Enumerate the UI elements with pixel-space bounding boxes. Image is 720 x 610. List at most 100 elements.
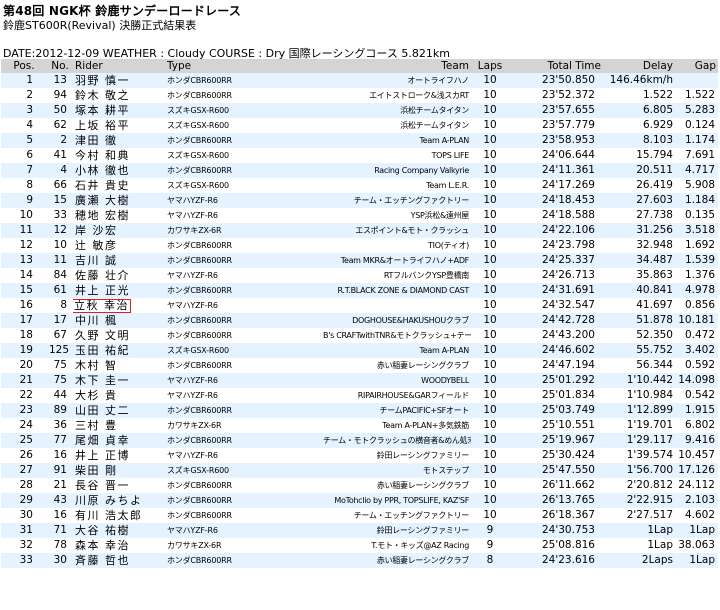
- cell-rider: 今村 和典: [75, 149, 130, 162]
- cell-pos: 15: [1, 283, 47, 298]
- cell-total-time: 23'50.850: [509, 73, 603, 88]
- cell-laps: 9: [486, 539, 494, 551]
- cell-total-time: 24'25.337: [509, 253, 603, 268]
- cell-pos: 29: [1, 493, 47, 508]
- cell-gap: 1.522: [684, 89, 715, 101]
- cell-gap: 10.457: [678, 449, 715, 461]
- cell-pos: 1: [1, 73, 47, 88]
- cell-rider: 大谷 祐樹: [73, 523, 165, 538]
- cell-rider: 川原 みちよ: [73, 493, 165, 508]
- cell-rider: 羽野 慎一: [73, 73, 165, 88]
- cell-team: チームPACIFIC+SFオート: [321, 403, 471, 418]
- cell-laps: 10: [483, 359, 497, 371]
- table-row: 8 66 石井 貴史 スズキGSX-R600 Team L.E.R. 10 24'17.26…: [1, 178, 718, 193]
- cell-pos: 17: [1, 313, 47, 328]
- cell-laps: 10: [471, 223, 509, 238]
- cell-team: RTフルバンクYSP豊橋南: [383, 271, 469, 280]
- cell-no: 4: [47, 163, 73, 178]
- cell-rider: 立秋 幸治: [73, 298, 165, 313]
- table-row: 21 75 木下 圭一 ヤマハYZF-R6 WOODYBELL 10 25'01.292 1'…: [1, 373, 718, 388]
- column-header-laps: Laps: [471, 59, 509, 73]
- cell-delay: 41.697: [636, 299, 673, 311]
- cell-type: ホンダCBR600RR: [165, 313, 321, 328]
- cell-no: 13: [47, 73, 73, 88]
- cell-type: スズキGSX-R600: [165, 103, 321, 118]
- cell-gap: 10.181: [675, 313, 718, 328]
- cell-laps: 10: [483, 299, 497, 311]
- cell-pos: 32: [19, 539, 33, 551]
- cell-type: ホンダCBR600RR: [165, 163, 321, 178]
- cell-team: DOGHOUSE&HAKUSHOUクラブ: [321, 313, 471, 328]
- cell-no: 16: [53, 449, 67, 461]
- cell-type: ヤマハYZF-R6: [165, 193, 321, 208]
- cell-total-time: 25'30.424: [542, 449, 595, 461]
- highlighted-rider: 立秋 幸治: [73, 299, 131, 313]
- cell-total-time: 25'03.749: [509, 403, 603, 418]
- cell-team: [321, 298, 471, 313]
- cell-delay: 34.487: [603, 253, 675, 268]
- results-page: 第48回 NGK杯 鈴鹿サンデーロードレース 鈴鹿ST600R(Revival)…: [0, 0, 720, 610]
- cell-gap: 1.539: [675, 253, 718, 268]
- cell-no: 8: [60, 299, 67, 311]
- cell-team: Team A-PLAN+多気鉄筋: [382, 421, 469, 430]
- table-row: 14 84 佐藤 壮介 ヤマハYZF-R6 RTフルバンクYSP豊橋南 10 24'26.7…: [1, 268, 718, 283]
- cell-team: チーム・エッチングファクトリー: [353, 511, 470, 520]
- cell-gap: 1Lap: [675, 523, 718, 538]
- cell-total-time: 24'23.798: [542, 239, 595, 251]
- cell-no: 41: [53, 149, 67, 161]
- cell-no: 84: [53, 269, 67, 281]
- cell-no: 15: [47, 193, 73, 208]
- cell-laps: 10: [483, 449, 497, 461]
- cell-total-time: 24'22.106: [509, 223, 603, 238]
- cell-laps: 10: [471, 163, 509, 178]
- cell-laps: 10: [483, 149, 497, 161]
- table-row: 6 41 今村 和典 スズキGSX-R600 TOPS LIFE 10 24'06.644 1…: [1, 148, 718, 163]
- cell-rider: 岸 沙宏: [73, 223, 165, 238]
- table-row: 5 2 津田 徹ホンダCBR600RR Team A-PLAN 10 23'58.953 8…: [1, 133, 718, 148]
- cell-pos: 9: [1, 193, 47, 208]
- cell-rider: 山田 丈二: [73, 403, 165, 418]
- cell-pos: 2: [26, 89, 33, 101]
- cell-gap: 38.063: [678, 539, 715, 551]
- cell-delay: 2'27.517: [626, 509, 673, 521]
- cell-total-time: 26'11.662: [542, 479, 595, 491]
- cell-laps: 8: [471, 553, 509, 568]
- cell-no: 71: [47, 523, 73, 538]
- cell-no: 16: [53, 509, 67, 521]
- cell-no: 78: [53, 539, 67, 551]
- table-row: 4 62 上坂 裕平 スズキGSX-R600 浜松チームタイタン 10 23'57.779 6…: [1, 118, 718, 133]
- table-row: 17 17 中川 楓ホンダCBR600RR DOGHOUSE&HAKUSHOUクラブ 1…: [1, 313, 718, 328]
- cell-total-time: 24'18.588: [542, 209, 595, 221]
- cell-team: B's CRAFTwithTNR&モトクラッシュ+テーラデザイン: [323, 331, 471, 340]
- cell-no: 33: [53, 209, 67, 221]
- cell-pos: 16: [19, 299, 33, 311]
- cell-rider: 佐藤 壮介: [75, 269, 130, 282]
- cell-gap: 0.592: [684, 359, 715, 371]
- cell-rider: 木下 圭一: [73, 373, 165, 388]
- cell-team: エイトストローク&浅スカRT: [369, 91, 469, 100]
- cell-no: 75: [53, 359, 67, 371]
- cell-rider: 上坂 裕平: [75, 119, 130, 132]
- table-row: 33 30 斉藤 哲也 ホンダCBR600RR 赤い稲妻レーシングクラブ 8 24'23.6…: [1, 553, 718, 568]
- table-row: 12 10 辻 敏彦 ホンダCBR600RR TIO(ティオ) 10 24'23.798 32…: [1, 238, 718, 253]
- table-row: 24 36 三村 豊 カワサキZX-6R Team A-PLAN+多気鉄筋 10 25'10…: [1, 418, 718, 433]
- cell-gap: 9.416: [675, 433, 718, 448]
- table-row: 22 44 大杉 貴 ヤマハYZF-R6 RIPAIRHOUSE&GARフィールド 10 2…: [1, 388, 718, 403]
- cell-total-time: 25'10.551: [542, 419, 595, 431]
- table-row: 25 77 尾畑 貞幸 ホンダCBR600RR チーム・モトクラッシュの横音者&めん処末…: [1, 433, 718, 448]
- cell-delay: 1'29.117: [603, 433, 675, 448]
- cell-team: チーム・モトクラッシュの横音者&めん処末広: [321, 433, 471, 448]
- cell-gap: [675, 73, 718, 88]
- cell-gap: 4.602: [684, 509, 715, 521]
- cell-no: 30: [47, 553, 73, 568]
- cell-total-time: 24'42.728: [509, 313, 603, 328]
- cell-rider: 井上 正光: [73, 283, 165, 298]
- cell-total-time: 24'18.453: [509, 193, 603, 208]
- cell-rider: 井上 正博: [75, 449, 130, 462]
- cell-team: WOODYBELL: [321, 373, 471, 388]
- cell-team: Team L.E.R.: [426, 181, 469, 190]
- cell-rider: 久野 文明: [75, 329, 130, 342]
- column-header-total-time: Total Time: [509, 59, 603, 73]
- cell-total-time: 24'31.691: [509, 283, 603, 298]
- cell-total-time: 23'57.655: [509, 103, 603, 118]
